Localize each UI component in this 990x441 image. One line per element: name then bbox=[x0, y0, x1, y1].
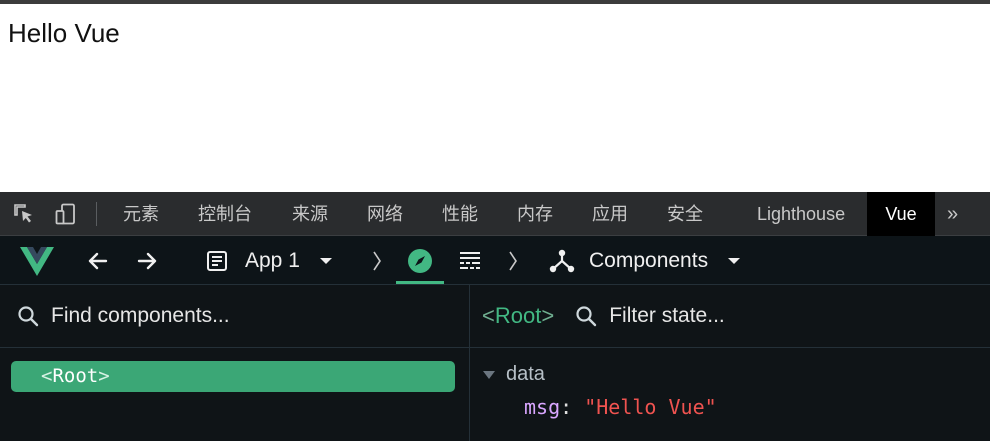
tab-elements[interactable]: 元素 bbox=[123, 192, 159, 236]
tree-item-label: Root bbox=[52, 365, 99, 387]
mode-selector-label: Components bbox=[589, 248, 709, 272]
vue-logo-icon bbox=[20, 236, 54, 285]
device-toolbar-icon[interactable] bbox=[54, 202, 78, 226]
state-entry[interactable]: msg: "Hello Vue" bbox=[524, 395, 717, 419]
collapse-triangle-icon bbox=[483, 370, 495, 379]
more-tabs-icon[interactable]: » bbox=[947, 192, 958, 236]
app-selector-label: App 1 bbox=[245, 248, 300, 272]
component-name-text: Root bbox=[494, 303, 542, 328]
state-colon: : bbox=[560, 395, 573, 419]
search-input[interactable]: Find components... bbox=[51, 304, 230, 328]
tab-vue[interactable]: Vue bbox=[867, 192, 935, 236]
tab-memory[interactable]: 内存 bbox=[517, 192, 553, 236]
tag-close-bracket: > bbox=[98, 365, 110, 387]
toolbar-divider bbox=[96, 202, 97, 226]
filter-state-input[interactable]: Filter state... bbox=[609, 304, 725, 328]
forward-arrow-icon[interactable] bbox=[135, 236, 159, 285]
tab-network[interactable]: 网络 bbox=[367, 192, 403, 236]
chevron-right-icon-2 bbox=[507, 236, 519, 285]
inspector-compass-icon[interactable] bbox=[407, 236, 433, 285]
filter-search-icon bbox=[576, 306, 597, 327]
component-search[interactable]: Find components... bbox=[0, 285, 469, 348]
page-content-text: Hello Vue bbox=[8, 18, 120, 48]
tab-lighthouse[interactable]: Lighthouse bbox=[757, 192, 845, 236]
tag-open-bracket: < bbox=[41, 365, 53, 387]
tab-sources[interactable]: 来源 bbox=[292, 192, 328, 236]
state-value: "Hello Vue" bbox=[584, 395, 717, 419]
search-icon bbox=[18, 306, 39, 327]
component-tree-panel: Find components... <Root> bbox=[0, 285, 470, 441]
devtools-tab-bar: 元素 控制台 来源 网络 性能 内存 应用 安全 Lighthouse Vue … bbox=[0, 192, 990, 236]
tag-open-bracket: < bbox=[482, 303, 495, 328]
mode-selector[interactable]: Components bbox=[549, 236, 742, 285]
app-selector[interactable]: App 1 bbox=[205, 236, 334, 285]
state-inspector-panel: <Root> Filter state... data msg: "Hello … bbox=[470, 285, 990, 441]
vue-toolbar: App 1 Components bbox=[0, 236, 990, 285]
tag-close-bracket: > bbox=[541, 303, 555, 328]
tab-performance[interactable]: 性能 bbox=[442, 192, 478, 236]
state-key: msg bbox=[524, 395, 561, 419]
tab-security[interactable]: 安全 bbox=[667, 192, 703, 236]
tree-item-root[interactable]: <Root> bbox=[11, 361, 455, 392]
devtools-panel: 元素 控制台 来源 网络 性能 内存 应用 安全 Lighthouse Vue … bbox=[0, 192, 990, 441]
app-window-icon bbox=[207, 250, 227, 271]
tab-application[interactable]: 应用 bbox=[592, 192, 628, 236]
back-arrow-icon[interactable] bbox=[86, 236, 110, 285]
selected-component-name: <Root> bbox=[482, 303, 554, 329]
timeline-icon[interactable] bbox=[458, 236, 482, 285]
data-section-header[interactable]: data bbox=[482, 363, 545, 386]
active-tool-indicator bbox=[396, 281, 444, 284]
chevron-down-icon bbox=[319, 257, 332, 264]
inspector-header: <Root> Filter state... bbox=[470, 285, 990, 348]
tab-console[interactable]: 控制台 bbox=[198, 192, 252, 236]
section-label: data bbox=[506, 363, 545, 385]
inspect-element-icon[interactable] bbox=[12, 202, 36, 226]
page-viewport: Hello Vue bbox=[0, 4, 990, 192]
chevron-down-icon-2 bbox=[728, 257, 741, 264]
components-tree-icon bbox=[549, 249, 575, 272]
chevron-right-icon bbox=[371, 236, 383, 285]
